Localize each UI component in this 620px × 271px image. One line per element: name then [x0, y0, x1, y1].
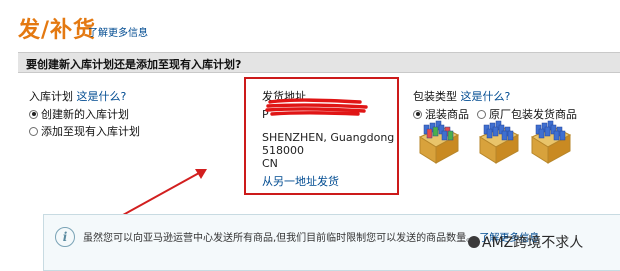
mixed-box-icon [418, 120, 460, 164]
inbound-plan-group: 入库计划 这是什么? 创建新的入库计划 添加至现有入库计划 [29, 88, 140, 139]
watermark-logo-icon [468, 236, 480, 248]
ship-from-address-line-2: 518000 [262, 144, 304, 157]
watermark: AMZ跨境不求人 [468, 232, 583, 252]
radio-button[interactable] [29, 126, 38, 136]
radio-create-new-plan[interactable]: 创建新的入库计划 [29, 106, 140, 122]
case-pack-box-icon [530, 120, 572, 164]
inbound-plan-help-link[interactable]: 这是什么? [77, 90, 127, 103]
packing-type-help-link[interactable]: 这是什么? [461, 90, 511, 103]
section-header: 要创建新入库计划还是添加至现有入库计划? [18, 52, 620, 73]
redaction-scribble [265, 98, 368, 116]
ship-from-address-line-1: SHENZHEN, Guangdong [262, 131, 395, 144]
radio-create-new-plan-label: 创建新的入库计划 [41, 108, 129, 121]
watermark-text: AMZ跨境不求人 [482, 235, 584, 251]
ship-from-address-line-3: CN [262, 157, 278, 170]
radio-add-to-existing-plan[interactable]: 添加至现有入库计划 [29, 123, 140, 139]
section-header-text: 要创建新入库计划还是添加至现有入库计划? [26, 58, 242, 71]
learn-more-link[interactable]: 了解更多信息 [88, 24, 148, 39]
ship-from-change-link[interactable]: 从另一地址发货 [262, 173, 394, 189]
mixed-box-icon [478, 120, 520, 164]
page-title: 发/补货 [18, 18, 97, 43]
inbound-plan-label: 入库计划 [29, 90, 73, 103]
packing-type-label: 包装类型 [413, 90, 457, 103]
radio-add-to-existing-plan-label: 添加至现有入库计划 [41, 125, 140, 138]
info-banner-text: 虽然您可以向亚马逊运营中心发送所有商品,但我们目前临时限制您可以发送的商品数量。 [83, 233, 477, 244]
info-icon: i [55, 227, 75, 247]
radio-button-selected[interactable] [29, 109, 38, 119]
red-arrow-icon [122, 169, 207, 216]
